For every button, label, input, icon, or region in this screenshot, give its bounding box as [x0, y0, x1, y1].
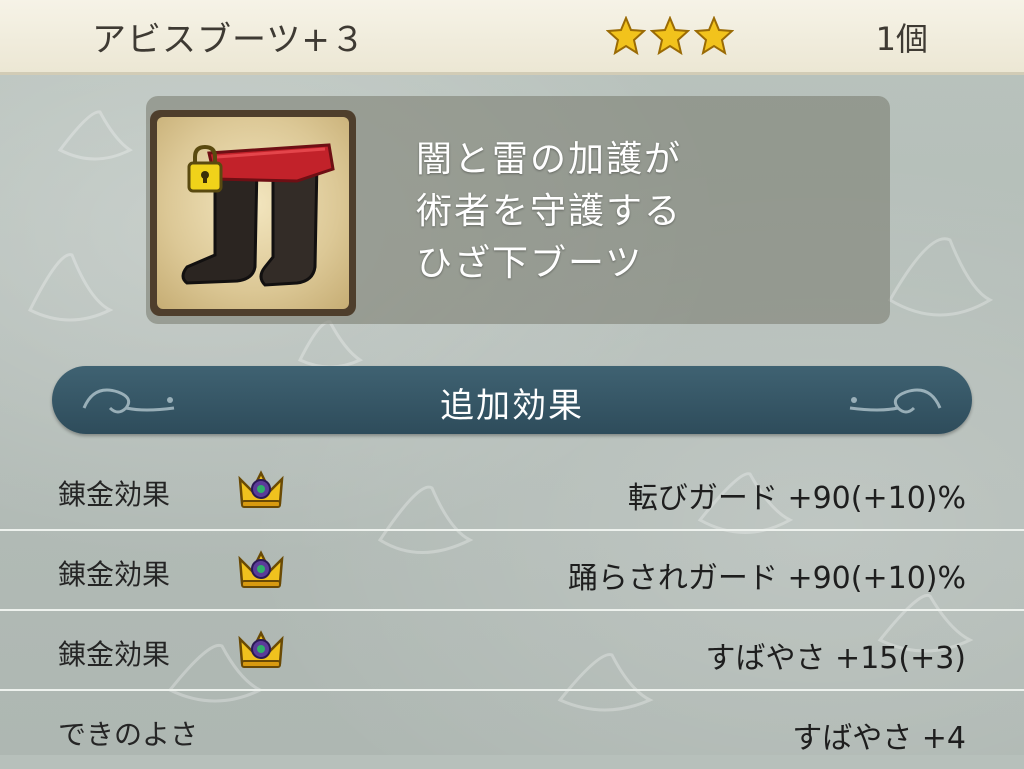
effect-row: 錬金効果 転びガード +90(+10)% [0, 449, 1024, 531]
description-line: ひざ下ブーツ [416, 243, 644, 284]
star-icon [650, 16, 690, 56]
effect-label: 錬金効果 [58, 638, 171, 671]
crown-icon [238, 630, 284, 668]
effect-value: すばやさ +15(+3) [705, 641, 966, 676]
item-count: 1個 [875, 20, 928, 58]
rarity-stars [606, 16, 734, 56]
effect-label: できのよさ [58, 718, 199, 751]
section-banner: 追加効果 [52, 366, 972, 434]
star-icon [606, 16, 646, 56]
item-icon-frame[interactable] [150, 110, 356, 316]
star-icon [694, 16, 734, 56]
flourish-right-icon [849, 388, 942, 414]
description-line: 術者を守護する [416, 191, 683, 232]
lock-icon [187, 144, 223, 193]
effect-value: すばやさ +4 [792, 721, 966, 756]
effect-row: できのよさ すばやさ +4 [0, 689, 1024, 769]
crown-icon [238, 550, 284, 588]
effect-row: 錬金効果 すばやさ +15(+3) [0, 609, 1024, 691]
effect-value: 踊らされガード +90(+10)% [567, 561, 966, 596]
item-description: 闇と雷の加護が 術者を守護する ひざ下ブーツ [416, 134, 682, 290]
crown-icon [238, 470, 284, 508]
effect-label: 錬金効果 [58, 478, 171, 511]
effect-label: 錬金効果 [58, 558, 171, 591]
effect-row: 錬金効果 踊らされガード +90(+10)% [0, 529, 1024, 611]
item-header: アビスブーツ+３ 1個 [0, 0, 1024, 75]
section-title: 追加効果 [440, 386, 584, 426]
effect-value: 転びガード +90(+10)% [627, 481, 966, 516]
description-line: 闇と雷の加護が [416, 139, 683, 180]
item-name: アビスブーツ+３ [92, 20, 366, 60]
